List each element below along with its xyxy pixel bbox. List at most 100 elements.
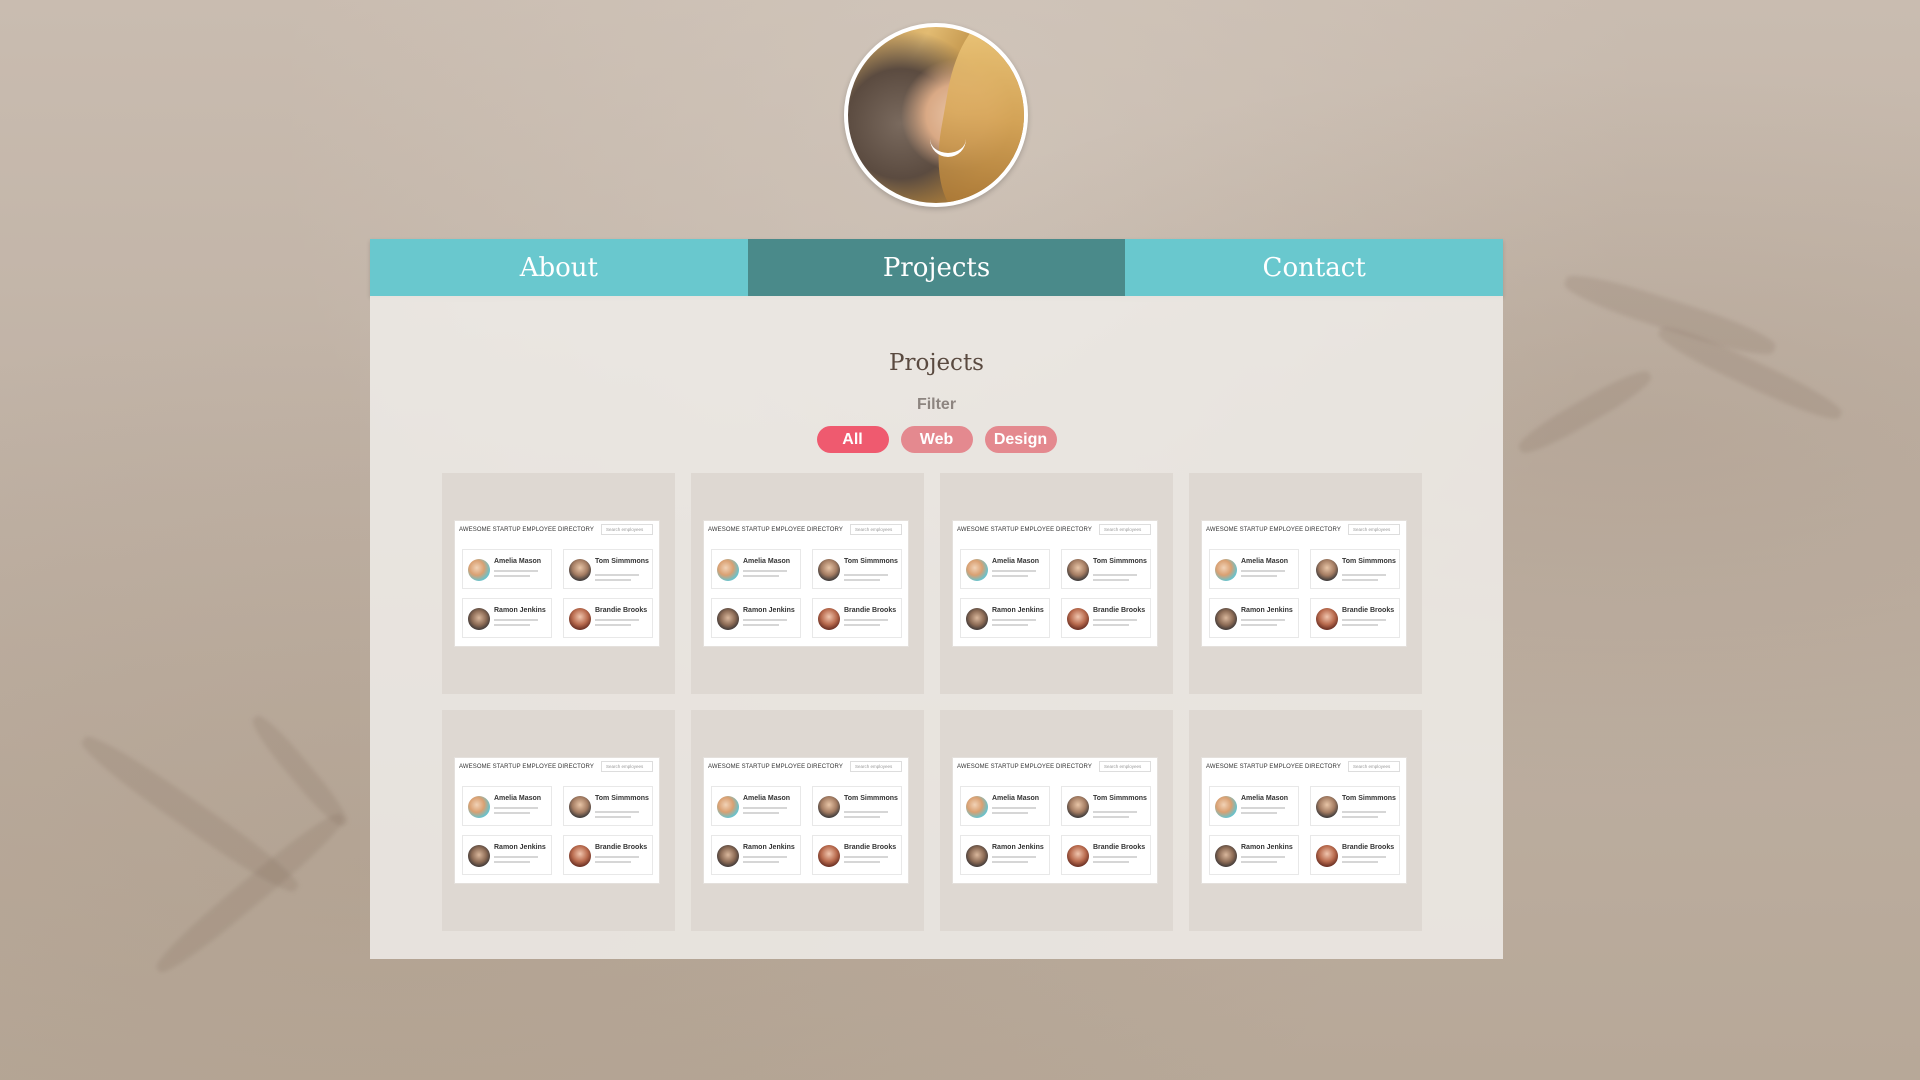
thumbnail-heading: AWESOME STARTUP EMPLOYEE DIRECTORY (957, 527, 1092, 533)
employee-name: Amelia Mason (743, 558, 791, 565)
employee-name: Tom Simmmons (1093, 558, 1147, 565)
filter-web-button[interactable]: Web (900, 426, 973, 453)
project-card[interactable]: AWESOME STARTUP EMPLOYEE DIRECTORY Searc… (1189, 473, 1422, 694)
thumbnail-search: Search employees (601, 761, 653, 772)
employee-name: Brandie Brooks (595, 844, 648, 851)
employee-photo (966, 796, 988, 818)
employee-name: Brandie Brooks (844, 844, 897, 851)
thumbnail-heading: AWESOME STARTUP EMPLOYEE DIRECTORY (459, 527, 594, 533)
filter-bar: All Web Design (370, 426, 1503, 453)
employee-name: Amelia Mason (1241, 795, 1289, 802)
employee-name: Amelia Mason (1241, 558, 1289, 565)
employee-photo (1215, 559, 1237, 581)
employee-card: Amelia Mason (711, 786, 801, 826)
employee-card: Brandie Brooks (812, 598, 902, 638)
employee-photo (1316, 608, 1338, 630)
employee-photo (569, 845, 591, 867)
project-thumbnail: AWESOME STARTUP EMPLOYEE DIRECTORY Searc… (952, 757, 1158, 884)
employee-photo (966, 559, 988, 581)
employee-card: Ramon Jenkins (1209, 835, 1299, 875)
project-card[interactable]: AWESOME STARTUP EMPLOYEE DIRECTORY Searc… (691, 710, 924, 931)
thumbnail-search: Search employees (850, 761, 902, 772)
employee-photo (1067, 559, 1089, 581)
tab-projects[interactable]: Projects (747, 239, 1126, 296)
employee-photo (818, 559, 840, 581)
employee-photo (569, 559, 591, 581)
employee-photo (818, 608, 840, 630)
profile-avatar (844, 23, 1028, 207)
employee-name: Brandie Brooks (844, 607, 897, 614)
project-thumbnail: AWESOME STARTUP EMPLOYEE DIRECTORY Searc… (1201, 520, 1407, 647)
project-card[interactable]: AWESOME STARTUP EMPLOYEE DIRECTORY Searc… (691, 473, 924, 694)
employee-card: Brandie Brooks (1061, 598, 1151, 638)
employee-card: Tom Simmmons (1061, 786, 1151, 826)
thumbnail-heading: AWESOME STARTUP EMPLOYEE DIRECTORY (1206, 527, 1341, 533)
employee-name: Tom Simmmons (1093, 795, 1147, 802)
project-thumbnail: AWESOME STARTUP EMPLOYEE DIRECTORY Searc… (454, 520, 660, 647)
employee-card: Brandie Brooks (1310, 835, 1400, 875)
tab-about[interactable]: About (370, 239, 748, 296)
project-card[interactable]: AWESOME STARTUP EMPLOYEE DIRECTORY Searc… (940, 710, 1173, 931)
employee-name: Ramon Jenkins (743, 607, 795, 614)
employee-name: Amelia Mason (992, 795, 1040, 802)
employee-card: Brandie Brooks (1310, 598, 1400, 638)
thumbnail-search: Search employees (1348, 524, 1400, 535)
employee-card: Amelia Mason (960, 549, 1050, 589)
employee-photo (818, 796, 840, 818)
employee-name: Ramon Jenkins (992, 844, 1044, 851)
project-thumbnail: AWESOME STARTUP EMPLOYEE DIRECTORY Searc… (952, 520, 1158, 647)
employee-photo (966, 845, 988, 867)
employee-name: Brandie Brooks (1093, 607, 1146, 614)
employee-photo (818, 845, 840, 867)
employee-card: Tom Simmmons (1061, 549, 1151, 589)
employee-photo (1067, 845, 1089, 867)
thumbnail-search: Search employees (601, 524, 653, 535)
employee-name: Amelia Mason (743, 795, 791, 802)
employee-name: Ramon Jenkins (494, 844, 546, 851)
sand-writing-mark (246, 710, 354, 832)
sand-writing-mark (1514, 364, 1656, 460)
employee-photo (717, 796, 739, 818)
employee-card: Brandie Brooks (1061, 835, 1151, 875)
employee-name: Brandie Brooks (1093, 844, 1146, 851)
project-thumbnail: AWESOME STARTUP EMPLOYEE DIRECTORY Searc… (703, 757, 909, 884)
employee-card: Amelia Mason (1209, 549, 1299, 589)
filter-design-button[interactable]: Design (984, 426, 1057, 453)
project-card[interactable]: AWESOME STARTUP EMPLOYEE DIRECTORY Searc… (940, 473, 1173, 694)
employee-card: Tom Simmmons (563, 786, 653, 826)
project-card[interactable]: AWESOME STARTUP EMPLOYEE DIRECTORY Searc… (1189, 710, 1422, 931)
employee-photo (1215, 608, 1237, 630)
employee-name: Tom Simmmons (844, 795, 898, 802)
project-thumbnail: AWESOME STARTUP EMPLOYEE DIRECTORY Searc… (454, 757, 660, 884)
employee-card: Tom Simmmons (1310, 786, 1400, 826)
project-thumbnail: AWESOME STARTUP EMPLOYEE DIRECTORY Searc… (703, 520, 909, 647)
employee-photo (1067, 796, 1089, 818)
project-card[interactable]: AWESOME STARTUP EMPLOYEE DIRECTORY Searc… (442, 710, 675, 931)
employee-photo (717, 845, 739, 867)
project-card[interactable]: AWESOME STARTUP EMPLOYEE DIRECTORY Searc… (442, 473, 675, 694)
employee-card: Ramon Jenkins (960, 598, 1050, 638)
employee-photo (717, 559, 739, 581)
employee-card: Ramon Jenkins (960, 835, 1050, 875)
tab-contact[interactable]: Contact (1125, 239, 1504, 296)
employee-card: Tom Simmmons (1310, 549, 1400, 589)
employee-name: Brandie Brooks (1342, 607, 1395, 614)
employee-name: Ramon Jenkins (1241, 844, 1293, 851)
employee-card: Ramon Jenkins (1209, 598, 1299, 638)
employee-photo (468, 845, 490, 867)
thumbnail-search: Search employees (850, 524, 902, 535)
thumbnail-heading: AWESOME STARTUP EMPLOYEE DIRECTORY (459, 764, 594, 770)
project-grid: AWESOME STARTUP EMPLOYEE DIRECTORY Searc… (442, 473, 1496, 931)
thumbnail-search: Search employees (1099, 524, 1151, 535)
employee-photo (1316, 845, 1338, 867)
employee-name: Ramon Jenkins (992, 607, 1044, 614)
employee-card: Ramon Jenkins (462, 835, 552, 875)
filter-all-button[interactable]: All (816, 426, 889, 453)
employee-name: Amelia Mason (992, 558, 1040, 565)
employee-name: Amelia Mason (494, 795, 542, 802)
employee-card: Ramon Jenkins (711, 598, 801, 638)
employee-photo (468, 559, 490, 581)
employee-card: Tom Simmmons (563, 549, 653, 589)
employee-card: Tom Simmmons (812, 786, 902, 826)
employee-photo (1316, 559, 1338, 581)
